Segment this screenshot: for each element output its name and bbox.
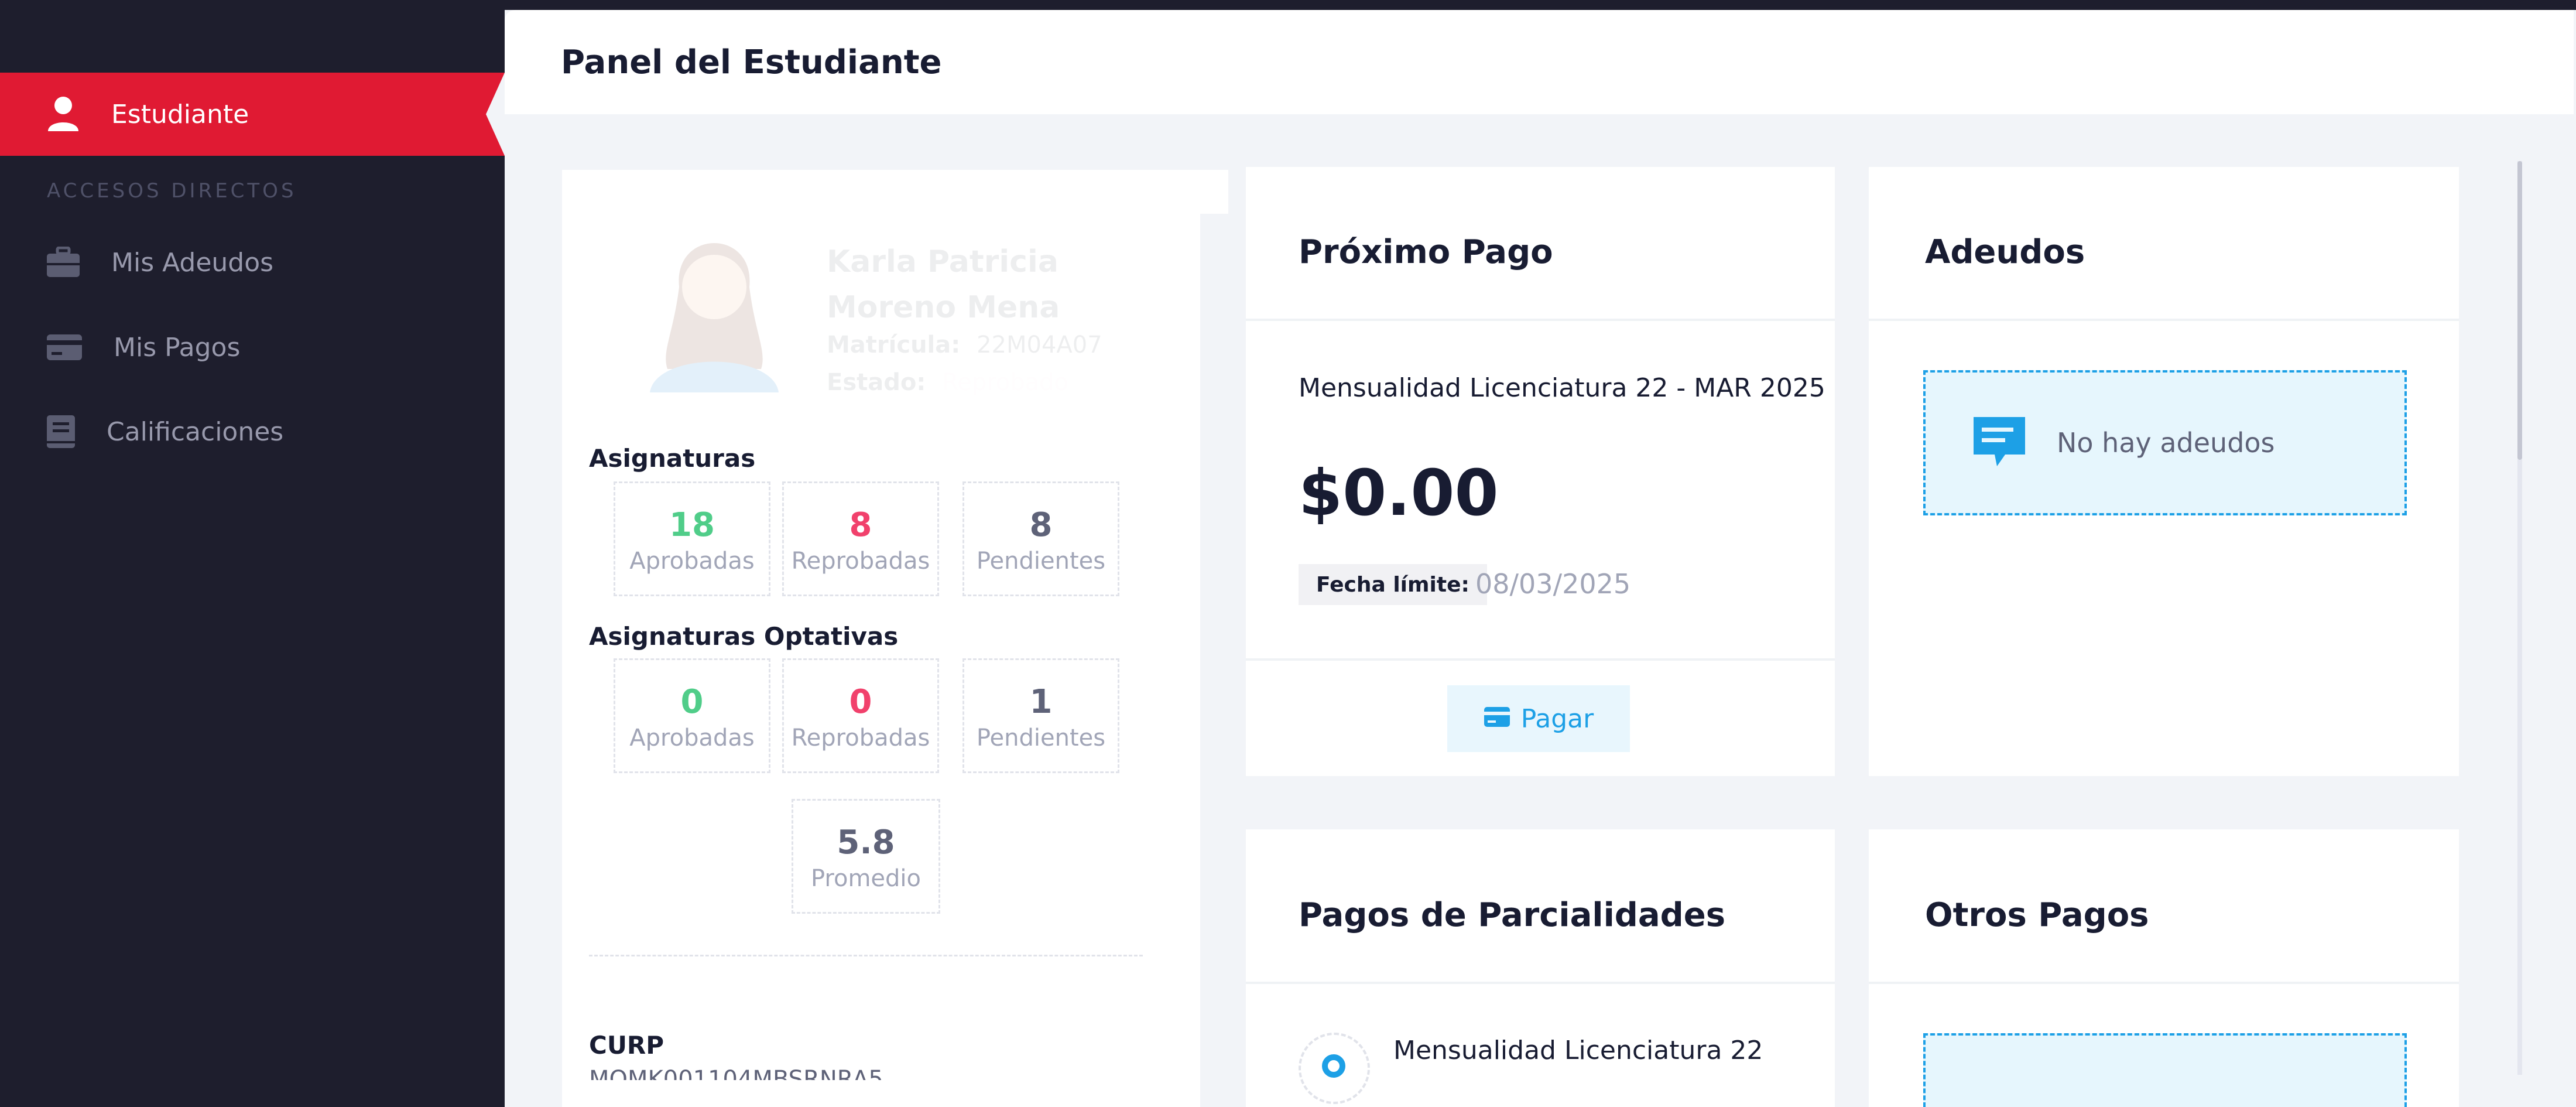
optativas-title: Asignaturas Optativas [589,622,899,651]
stat-pendientes: 8 Pendientes [962,481,1119,596]
credit-card-icon [46,333,83,361]
stat-reprobadas: 8 Reprobadas [782,481,939,596]
user-icon [46,96,81,132]
briefcase-icon [46,247,81,278]
due-date-label: Fecha límite: [1299,564,1487,605]
asignaturas-title: Asignaturas [589,444,756,473]
sidebar-item-mis-pagos[interactable]: Mis Pagos [46,324,240,371]
parcialidades-title: Pagos de Parcialidades [1299,896,1726,934]
sidebar [0,0,505,1107]
curp-value: MOMK001104MBSRNRA5 [589,1066,883,1080]
credit-card-icon [1484,704,1510,734]
card-divider [1869,982,2459,984]
scrollbar-thumb[interactable] [2517,161,2522,460]
card-divider [1246,982,1835,984]
book-icon [46,414,76,449]
proximo-pago-title: Próximo Pago [1299,233,1553,271]
stat-promedio: 5.8 Promedio [792,799,940,914]
no-debts-notice: No hay adeudos [1923,370,2407,515]
list-item: Mensualidad Licenciatura 22 [1393,1036,1763,1065]
otros-pagos-notice [1923,1033,2407,1107]
pay-button[interactable]: Pagar [1447,685,1630,752]
sidebar-item-calificaciones[interactable]: Calificaciones [46,408,283,455]
divider [589,955,1143,956]
sidebar-item-estudiante[interactable]: Estudiante [0,73,505,156]
stat-optativas-aprobadas: 0 Aprobadas [614,658,770,773]
sidebar-item-label: Estudiante [111,99,249,129]
sidebar-section-title: ACCESOS DIRECTOS [47,179,297,203]
card-divider [1246,658,1835,661]
no-debts-message: No hay adeudos [2057,427,2275,459]
payment-concept: Mensualidad Licenciatura 22 - MAR 2025 [1299,373,1825,403]
stat-optativas-reprobadas: 0 Reprobadas [782,658,939,773]
matricula-row: Matrícula: 22M04A07 [827,332,1102,358]
stat-optativas-pendientes: 1 Pendientes [962,658,1119,773]
sidebar-item-mis-adeudos[interactable]: Mis Adeudos [46,239,273,286]
adeudos-title: Adeudos [1925,233,2085,271]
message-icon [1970,414,2029,472]
curp-label: CURP [589,1031,664,1060]
card-divider [1246,319,1835,321]
estado-row: Estado: Reprobado [827,369,1068,396]
avatar [638,217,790,392]
pay-button-label: Pagar [1520,703,1594,734]
sidebar-item-label: Mis Adeudos [111,247,274,278]
due-date-value: 08/03/2025 [1475,568,1631,600]
payment-amount: $0.00 [1299,457,1499,530]
card-gap [1200,214,1228,1107]
sidebar-item-label: Calificaciones [107,416,284,447]
otros-pagos-title: Otros Pagos [1925,896,2149,934]
status-badge: Reprobado [942,369,1068,396]
sidebar-item-label: Mis Pagos [114,332,241,363]
timeline-dot [1322,1054,1345,1078]
page-title: Panel del Estudiante [561,43,942,81]
page-header: Panel del Estudiante [505,10,2574,114]
card-divider [1869,319,2459,321]
stat-aprobadas: 18 Aprobadas [614,481,770,596]
student-name: Karla Patricia Moreno Mena [827,244,1060,325]
